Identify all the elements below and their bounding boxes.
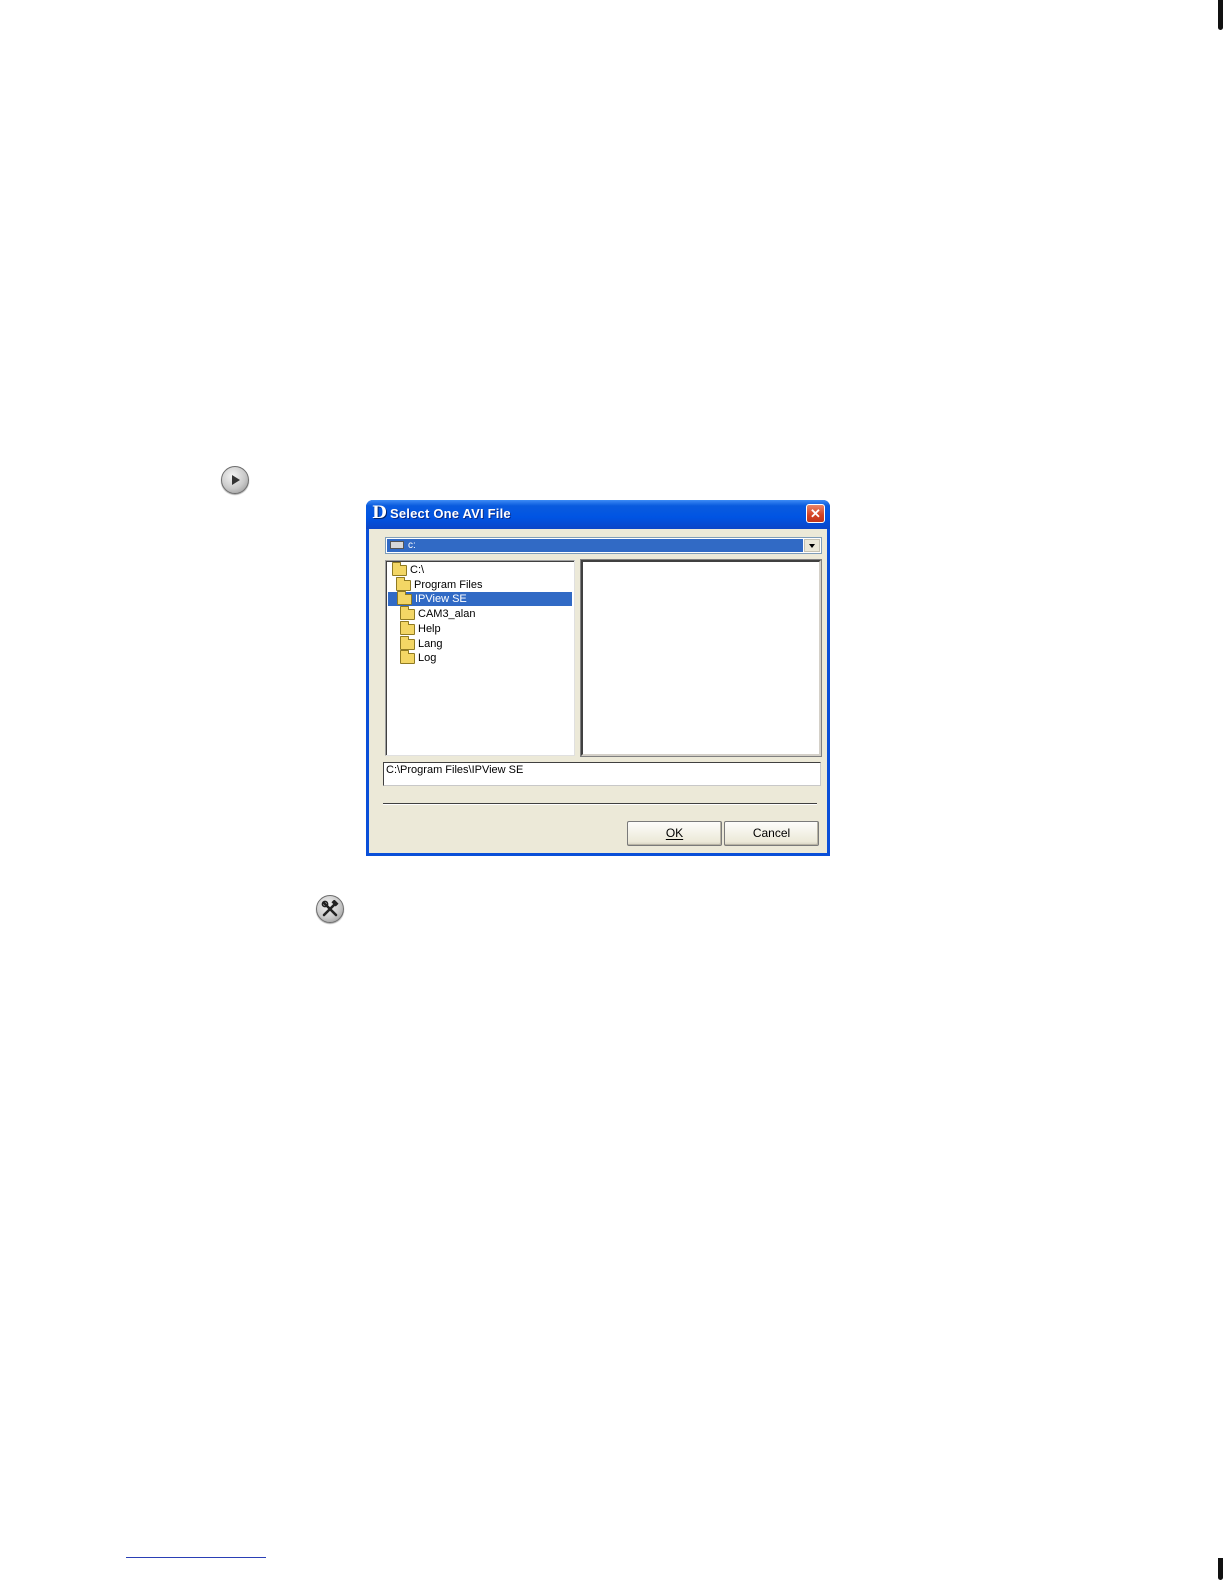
- folder-open-icon: [392, 562, 407, 576]
- drive-select[interactable]: c:: [385, 537, 822, 554]
- folder-icon: [400, 606, 415, 620]
- close-button[interactable]: ✕: [806, 504, 825, 523]
- path-field[interactable]: C:\Program Files\IPView SE: [383, 762, 821, 786]
- footer-link-underline: [126, 1557, 266, 1558]
- tree-item-label: C:\: [410, 564, 425, 576]
- tree-item-label: IPView SE: [415, 593, 467, 605]
- cancel-button-label: Cancel: [752, 826, 791, 840]
- tree-item-label: Program Files: [414, 579, 483, 591]
- tree-item-label: Lang: [418, 638, 443, 650]
- tree-item-label: Help: [418, 623, 441, 635]
- ok-button-label: OK: [665, 826, 684, 840]
- play-icon: [221, 466, 249, 494]
- select-avi-dialog: D Select One AVI File ✕ c: C:\ Program F…: [366, 500, 830, 856]
- ok-button[interactable]: OK: [627, 821, 722, 846]
- drive-select-value: c:: [387, 539, 803, 552]
- dialog-title: Select One AVI File: [390, 506, 511, 521]
- folder-icon: [400, 650, 415, 664]
- tree-item-ipview-se[interactable]: IPView SE: [388, 591, 572, 606]
- folder-open-icon: [397, 591, 412, 605]
- folder-icon: [400, 621, 415, 635]
- folder-open-icon: [396, 577, 411, 591]
- file-list[interactable]: [580, 559, 822, 757]
- wrench-hammer-icon: [321, 900, 339, 917]
- cancel-button[interactable]: Cancel: [724, 821, 819, 846]
- tree-item-label: CAM3_alan: [418, 608, 476, 620]
- tools-icon: [316, 895, 344, 923]
- tree-item-label: Log: [418, 652, 437, 664]
- dialog-titlebar[interactable]: D Select One AVI File ✕: [366, 500, 830, 529]
- page-edge-mark-bottom: [1218, 1558, 1223, 1580]
- divider: [383, 803, 817, 805]
- page-edge-mark-top: [1218, 0, 1223, 30]
- chevron-down-icon[interactable]: [804, 539, 820, 552]
- app-logo-icon: D: [372, 503, 387, 523]
- folder-tree[interactable]: C:\ Program Files IPView SE CAM3_alan He…: [385, 560, 575, 756]
- drive-icon: [390, 541, 404, 549]
- folder-icon: [400, 636, 415, 650]
- drive-label: c:: [408, 540, 416, 551]
